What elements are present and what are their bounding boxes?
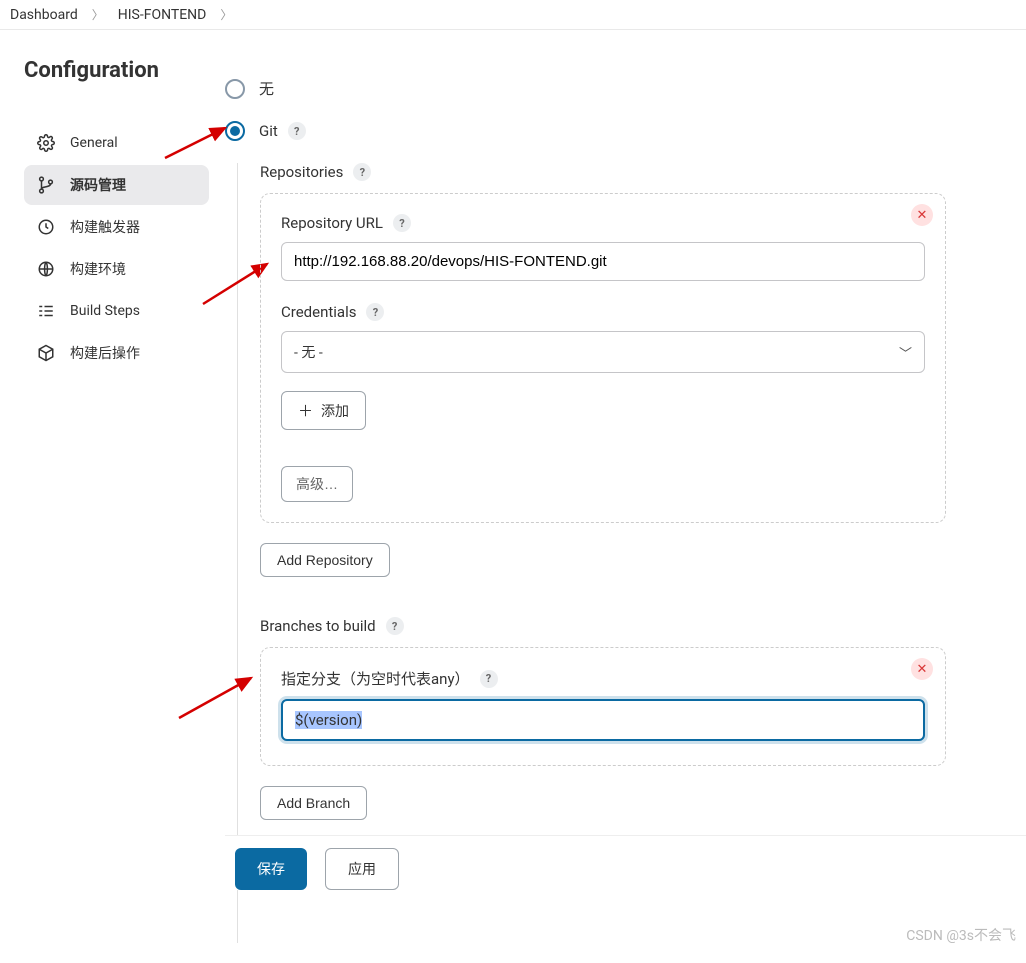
help-icon[interactable]: ? [288, 122, 306, 140]
label-credentials: Credentials ? [281, 303, 925, 321]
sidebar-item-label: 构建环境 [70, 259, 126, 279]
git-branch-icon [36, 175, 56, 195]
sidebar-item-label: 构建触发器 [70, 217, 140, 237]
section-repositories: Repositories ? [260, 163, 946, 181]
branch-block: ✕ 指定分支（为空时代表any） ? $(version) [260, 647, 946, 766]
sidebar-item-label: 构建后操作 [70, 343, 140, 363]
sidebar-item-general[interactable]: General [24, 123, 209, 163]
footer-bar: 保存 应用 [225, 835, 1026, 890]
globe-icon [36, 259, 56, 279]
watermark: CSDN @3s不会飞 [906, 925, 1016, 945]
delete-repo-button[interactable]: ✕ [911, 204, 933, 226]
radio-icon-selected [225, 121, 245, 141]
label-branch-spec: 指定分支（为空时代表any） ? [281, 668, 925, 689]
apply-button[interactable]: 应用 [325, 848, 399, 890]
sidebar-item-steps[interactable]: Build Steps [24, 291, 209, 331]
help-icon[interactable]: ? [386, 617, 404, 635]
plus-icon: ＋ [298, 400, 313, 421]
main-content: 无 Git ? Repositories ? ✕ Repository URL … [225, 30, 1026, 963]
breadcrumb: Dashboard 〉 HIS-FONTEND 〉 [0, 0, 1026, 30]
chevron-right-icon: 〉 [220, 6, 232, 23]
sidebar: Configuration General 源码管理 构建触发器 构建环境 Bu… [0, 30, 225, 963]
chevron-right-icon: 〉 [92, 6, 104, 23]
add-credential-button[interactable]: ＋添加 [281, 391, 366, 430]
breadcrumb-project[interactable]: HIS-FONTEND [116, 7, 209, 23]
sidebar-item-label: General [70, 135, 118, 151]
sidebar-item-label: Build Steps [70, 303, 140, 319]
save-button[interactable]: 保存 [235, 848, 307, 890]
sidebar-item-label: 源码管理 [70, 175, 126, 195]
label-repo-url: Repository URL ? [281, 214, 925, 232]
branch-spec-input[interactable]: $(version) [281, 699, 925, 741]
clock-icon [36, 217, 56, 237]
help-icon[interactable]: ? [366, 303, 384, 321]
steps-icon [36, 301, 56, 321]
chevron-down-icon: ﹀ [899, 343, 912, 362]
sidebar-item-env[interactable]: 构建环境 [24, 249, 209, 289]
help-icon[interactable]: ? [480, 670, 498, 688]
credentials-select[interactable]: - 无 - ﹀ [281, 331, 925, 373]
package-icon [36, 343, 56, 363]
help-icon[interactable]: ? [393, 214, 411, 232]
add-branch-button[interactable]: Add Branch [260, 786, 367, 820]
delete-branch-button[interactable]: ✕ [911, 658, 933, 680]
sidebar-item-scm[interactable]: 源码管理 [24, 165, 209, 205]
advanced-button[interactable]: 高级… [281, 466, 353, 502]
sidebar-item-post[interactable]: 构建后操作 [24, 333, 209, 373]
section-branches: Branches to build ? [260, 617, 946, 635]
radio-option-git[interactable]: Git ? [225, 121, 946, 141]
radio-label: Git [259, 122, 278, 140]
repo-url-input[interactable] [281, 242, 925, 281]
gear-icon [36, 133, 56, 153]
radio-icon [225, 79, 245, 99]
help-icon[interactable]: ? [353, 163, 371, 181]
radio-option-none[interactable]: 无 [225, 78, 946, 99]
add-repository-button[interactable]: Add Repository [260, 543, 390, 577]
page-title: Configuration [24, 58, 209, 83]
sidebar-item-triggers[interactable]: 构建触发器 [24, 207, 209, 247]
repository-block: ✕ Repository URL ? Credentials ? - 无 - ﹀… [260, 193, 946, 523]
breadcrumb-root[interactable]: Dashboard [8, 7, 80, 23]
radio-label: 无 [259, 78, 274, 99]
